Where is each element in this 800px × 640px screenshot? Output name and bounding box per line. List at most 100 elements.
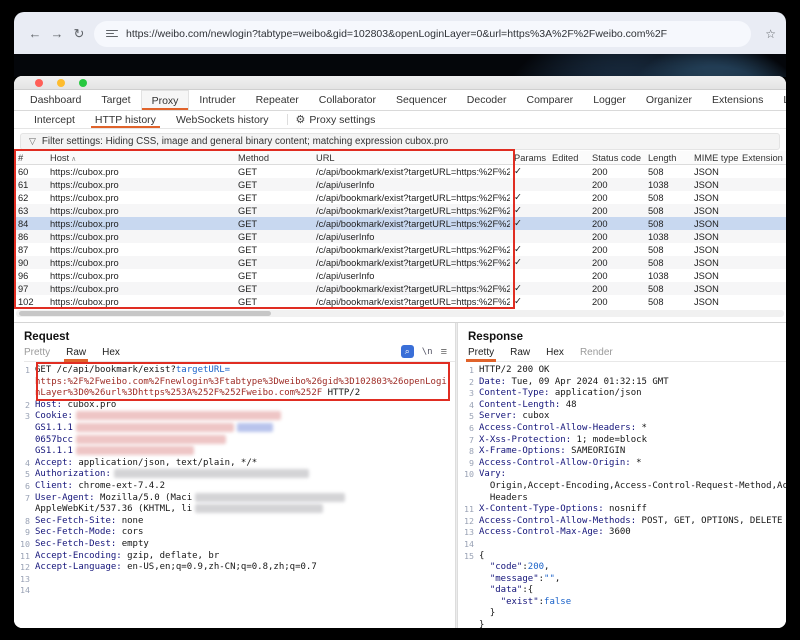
response-editor[interactable]: 1HTTP/2 200 OK2Date: Tue, 09 Apr 2024 01… [458,365,786,628]
cell: JSON [690,206,738,216]
code-segment: :{ [522,585,533,595]
response-tab-raw[interactable]: Raw [510,347,530,358]
tab-target[interactable]: Target [91,90,140,110]
tab-decoder[interactable]: Decoder [457,90,517,110]
tab-organizer[interactable]: Organizer [636,90,702,110]
subtab-websockets-history[interactable]: WebSockets history [166,111,279,128]
table-row[interactable]: 62https://cubox.proGET/c/api/bookmark/ex… [14,191,786,204]
line-number [14,504,30,516]
code-line: 4Content-Length: 48 [458,400,786,412]
table-row[interactable]: 97https://cubox.proGET/c/api/bookmark/ex… [14,282,786,295]
site-info-icon[interactable] [106,29,118,39]
line-number: 13 [458,527,474,539]
table-body: 60https://cubox.proGET/c/api/bookmark/ex… [14,165,786,308]
col-header-params[interactable]: Params [510,153,548,163]
subtab-http-history[interactable]: HTTP history [85,111,166,128]
response-tab-render[interactable]: Render [580,347,613,358]
bookmark-star-icon[interactable]: ☆ [765,27,776,41]
address-bar[interactable]: https://weibo.com/newlogin?tabtype=weibo… [94,21,751,47]
col-header--[interactable]: # [14,153,46,163]
scrollbar-thumb[interactable] [19,311,271,316]
code-segment: Client: [35,481,73,491]
tab-extensions[interactable]: Extensions [702,90,773,110]
show-newlines-icon[interactable]: \n [422,347,433,357]
table-row[interactable]: 86https://cubox.proGET/c/api/userInfo200… [14,230,786,243]
search-icon[interactable]: ⌕ [401,345,414,358]
tab-intruder[interactable]: Intruder [189,90,245,110]
table-row[interactable]: 90https://cubox.proGET/c/api/bookmark/ex… [14,256,786,269]
tab-collaborator[interactable]: Collaborator [309,90,386,110]
col-header-host[interactable]: Host∧ [46,153,234,163]
back-icon[interactable]: ← [24,26,46,41]
col-header-extension[interactable]: Extension [738,153,784,163]
code-line: 3Content-Type: application/json [458,388,786,400]
zoom-window-button[interactable] [79,79,87,87]
desktop-wallpaper [14,54,786,77]
cell: https://cubox.pro [46,232,234,242]
response-tab-pretty[interactable]: Pretty [468,347,494,358]
tab-repeater[interactable]: Repeater [246,90,309,110]
line-content: } [479,608,495,620]
url-text[interactable]: https://weibo.com/newlogin?tabtype=weibo… [126,28,667,40]
table-row[interactable]: 61https://cubox.proGET/c/api/userInfo200… [14,178,786,191]
line-content: 0657bcc [35,435,226,447]
minimize-window-button[interactable] [57,79,65,87]
main-tabs: DashboardTargetProxyIntruderRepeaterColl… [14,90,786,111]
col-header-status-code[interactable]: Status code [588,153,644,163]
cell: JSON [690,219,738,229]
tab-proxy[interactable]: Proxy [141,90,190,110]
cell: 508 [644,219,690,229]
close-window-button[interactable] [35,79,43,87]
cell: GET [234,167,312,177]
line-content: Client: chrome-ext-7.4.2 [35,481,165,493]
request-tab-pretty[interactable]: Pretty [24,347,50,358]
tab-dashboard[interactable]: Dashboard [20,90,91,110]
table-row[interactable]: 96https://cubox.proGET/c/api/userInfo200… [14,269,786,282]
code-segment: Access-Control-Allow-Methods: [479,516,636,526]
tab-learn[interactable]: Learn [773,90,786,110]
col-header-mime-type[interactable]: MIME type [690,153,738,163]
col-header-method[interactable]: Method [234,153,312,163]
code-segment: Sec-Fetch-Site: [35,516,116,526]
line-number: 6 [14,481,30,493]
code-segment [479,585,490,595]
table-row[interactable]: 87https://cubox.proGET/c/api/bookmark/ex… [14,243,786,256]
cell: https://cubox.pro [46,206,234,216]
editor-menu-icon[interactable]: ≡ [441,346,447,358]
horizontal-scrollbar[interactable] [16,310,784,317]
tab-comparer[interactable]: Comparer [517,90,584,110]
line-content: Headers [479,493,528,505]
line-content: GET /c/api/bookmark/exist?targetURL= [35,365,230,377]
proxy-settings-button[interactable]: ⚙ Proxy settings [296,111,376,128]
code-line: 1 GET /c/api/bookmark/exist?targetURL= [14,365,455,377]
tab-logger[interactable]: Logger [583,90,636,110]
http-history-table: #Host∧MethodURLParamsEditedStatus codeLe… [14,151,786,308]
line-number: 14 [458,539,474,551]
request-editor[interactable]: 1 GET /c/api/bookmark/exist?targetURL=htt… [14,365,455,628]
table-row[interactable]: 102https://cubox.proGET/c/api/bookmark/e… [14,295,786,308]
code-line: GS1.1.1 [14,423,455,435]
code-segment: https:%2F%2Fweibo.com%2Fnewlogin%3Ftabty… [35,377,447,387]
code-line: 10Sec-Fetch-Dest: empty [14,539,455,551]
response-tab-hex[interactable]: Hex [546,347,564,358]
table-row[interactable]: 84https://cubox.proGET/c/api/bookmark/ex… [14,217,786,230]
line-number: 1 [14,365,30,377]
tab-sequencer[interactable]: Sequencer [386,90,457,110]
table-row[interactable]: 63https://cubox.proGET/c/api/bookmark/ex… [14,204,786,217]
table-row[interactable]: 60https://cubox.proGET/c/api/bookmark/ex… [14,165,786,178]
request-tabs: Pretty Raw Hex ⌕ \n ≡ [24,345,455,362]
subtab-intercept[interactable]: Intercept [24,111,85,128]
filter-settings-bar[interactable]: ▽ Filter settings: Hiding CSS, image and… [20,133,780,150]
line-number: 15 [458,551,474,563]
line-content: Access-Control-Allow-Origin: * [479,458,642,470]
request-tab-raw[interactable]: Raw [66,347,86,358]
code-line: nLayer%3D0%26url%3Dhttps%253A%252F%252Fw… [14,388,455,400]
request-tab-hex[interactable]: Hex [102,347,120,358]
forward-icon[interactable]: → [46,26,68,41]
col-header-length[interactable]: Length [644,153,690,163]
col-header-edited[interactable]: Edited [548,153,588,163]
cell: /c/api/bookmark/exist?targetURL=https:%2… [312,167,510,177]
col-header-url[interactable]: URL [312,153,510,163]
reload-icon[interactable]: ↻ [68,26,90,42]
line-number: 7 [458,435,474,447]
